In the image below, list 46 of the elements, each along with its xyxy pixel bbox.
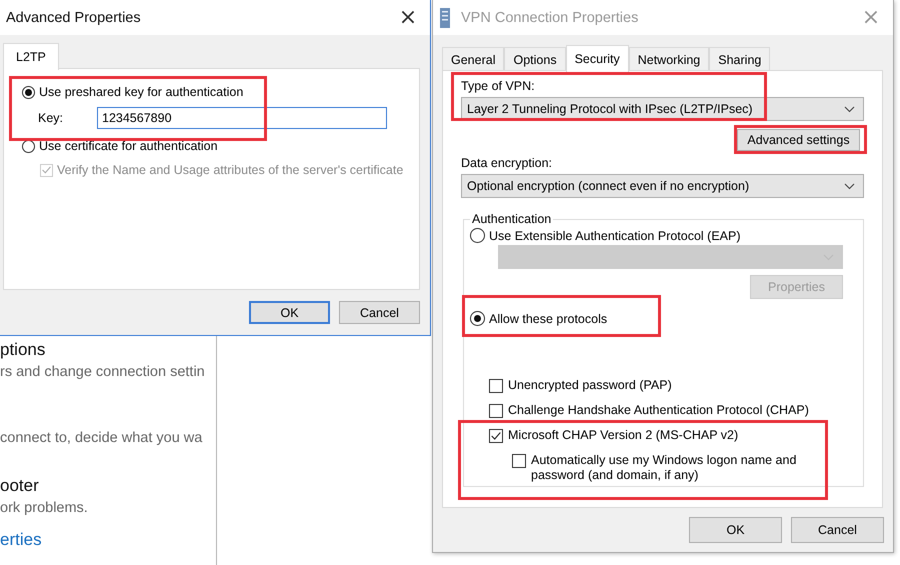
data-encryption-dropdown[interactable]: Optional encryption (connect even if no encryption) [461,174,864,198]
tab[interactable]: L2TP [3,43,59,70]
group-title: Authentication [471,212,552,226]
network-icon [439,6,451,28]
field-label: Data encryption: [461,155,554,172]
tab[interactable]: Options [504,47,566,72]
option-label: Automatically use my Windows logon name and password (and domain, if any) [531,453,798,483]
radio-button[interactable] [470,228,485,243]
properties-link[interactable]: erties [0,530,216,550]
section-heading: ptions [0,340,46,361]
field-label: Type of VPN: [461,78,536,95]
chevron-down-icon [844,106,855,112]
field-label: Key: [37,111,64,125]
radio-button[interactable] [470,311,485,326]
option-label: Use certificate for authentication [39,139,218,153]
dialog-button[interactable]: Cancel [791,517,884,543]
window-title: VPN Connection Properties [460,10,640,26]
radio-button[interactable] [22,86,35,98]
option-label: Challenge Handshake Authentication Protocol (CHAP) [508,403,809,418]
checkbox[interactable] [489,429,503,443]
dialog-button[interactable]: OK [249,301,330,324]
tab[interactable]: Security [566,45,629,72]
section-heading: ooter [0,476,40,497]
option-label: Unencrypted password (PAP) [508,378,672,393]
dialog-button[interactable]: Cancel [339,301,420,324]
option-label: Microsoft CHAP Version 2 (MS-CHAP v2) [508,428,738,443]
tab[interactable]: General [442,47,504,72]
option-label: Use Extensible Authentication Protocol (EAP) [489,228,741,242]
option-label: Use preshared key for authentication [39,85,244,99]
option-label: Allow these protocols [489,312,608,326]
section-description: ork problems. [0,500,89,516]
close-button[interactable]: × [386,0,430,35]
checkbox[interactable] [489,379,503,393]
advanced-settings-button[interactable]: Advanced settings [737,129,860,151]
dialog-button[interactable]: OK [689,517,782,543]
checkbox[interactable] [512,454,526,468]
section-description: rs and change connection settin [0,364,206,380]
window-title: Advanced Properties [6,10,142,26]
vpn-type-dropdown[interactable]: Layer 2 Tunneling Protocol with IPsec (L2TP/IPsec) [461,97,864,121]
tab[interactable]: Networking [628,47,710,72]
option-label: Verify the Name and Usage attributes of the server's certificate [57,163,404,177]
key-input-field[interactable]: 1234567890 [97,107,387,129]
checkbox[interactable] [489,404,503,418]
chevron-down-icon [844,182,855,190]
tab[interactable]: Sharing [709,47,770,72]
section-description: connect to, decide what you wa [0,430,204,446]
